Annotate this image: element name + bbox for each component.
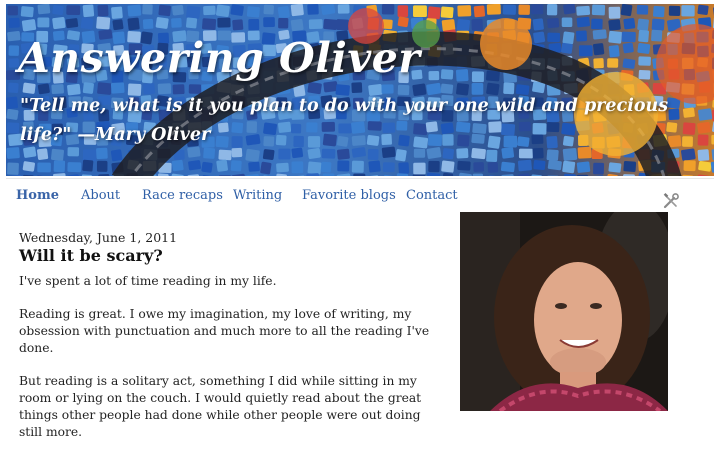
post-title[interactable]: Will it be scary? (19, 246, 444, 265)
tab-writing[interactable]: Writing (233, 188, 282, 203)
tab-contact[interactable]: Contact (406, 188, 458, 203)
blog-description: "Tell me, what is it you plan to do with… (20, 92, 680, 150)
post-body: I've spent a lot of time reading in my l… (19, 273, 444, 441)
profile-photo-image (460, 212, 668, 411)
page-tabs: Home About Race recaps Writing Favorite … (6, 178, 714, 213)
tab-race-recaps[interactable]: Race recaps (142, 188, 223, 203)
header-text: Answering Oliver "Tell me, what is it yo… (6, 4, 714, 176)
blog-post: Wednesday, June 1, 2011 Will it be scary… (19, 230, 444, 457)
tab-favorite-blogs[interactable]: Favorite blogs (302, 188, 396, 203)
blog-title[interactable]: Answering Oliver (18, 34, 420, 82)
tab-home[interactable]: Home (16, 188, 59, 203)
post-date: Wednesday, June 1, 2011 (19, 230, 444, 245)
blog-header: Answering Oliver "Tell me, what is it yo… (6, 4, 714, 176)
post-paragraph: I've spent a lot of time reading in my l… (19, 273, 444, 290)
tab-about[interactable]: About (81, 188, 120, 203)
wrench-screwdriver-icon[interactable] (661, 191, 681, 211)
post-paragraph: Reading is great. I owe my imagination, … (19, 306, 444, 357)
profile-photo[interactable] (460, 212, 668, 411)
post-paragraph: But reading is a solitary act, something… (19, 373, 444, 441)
